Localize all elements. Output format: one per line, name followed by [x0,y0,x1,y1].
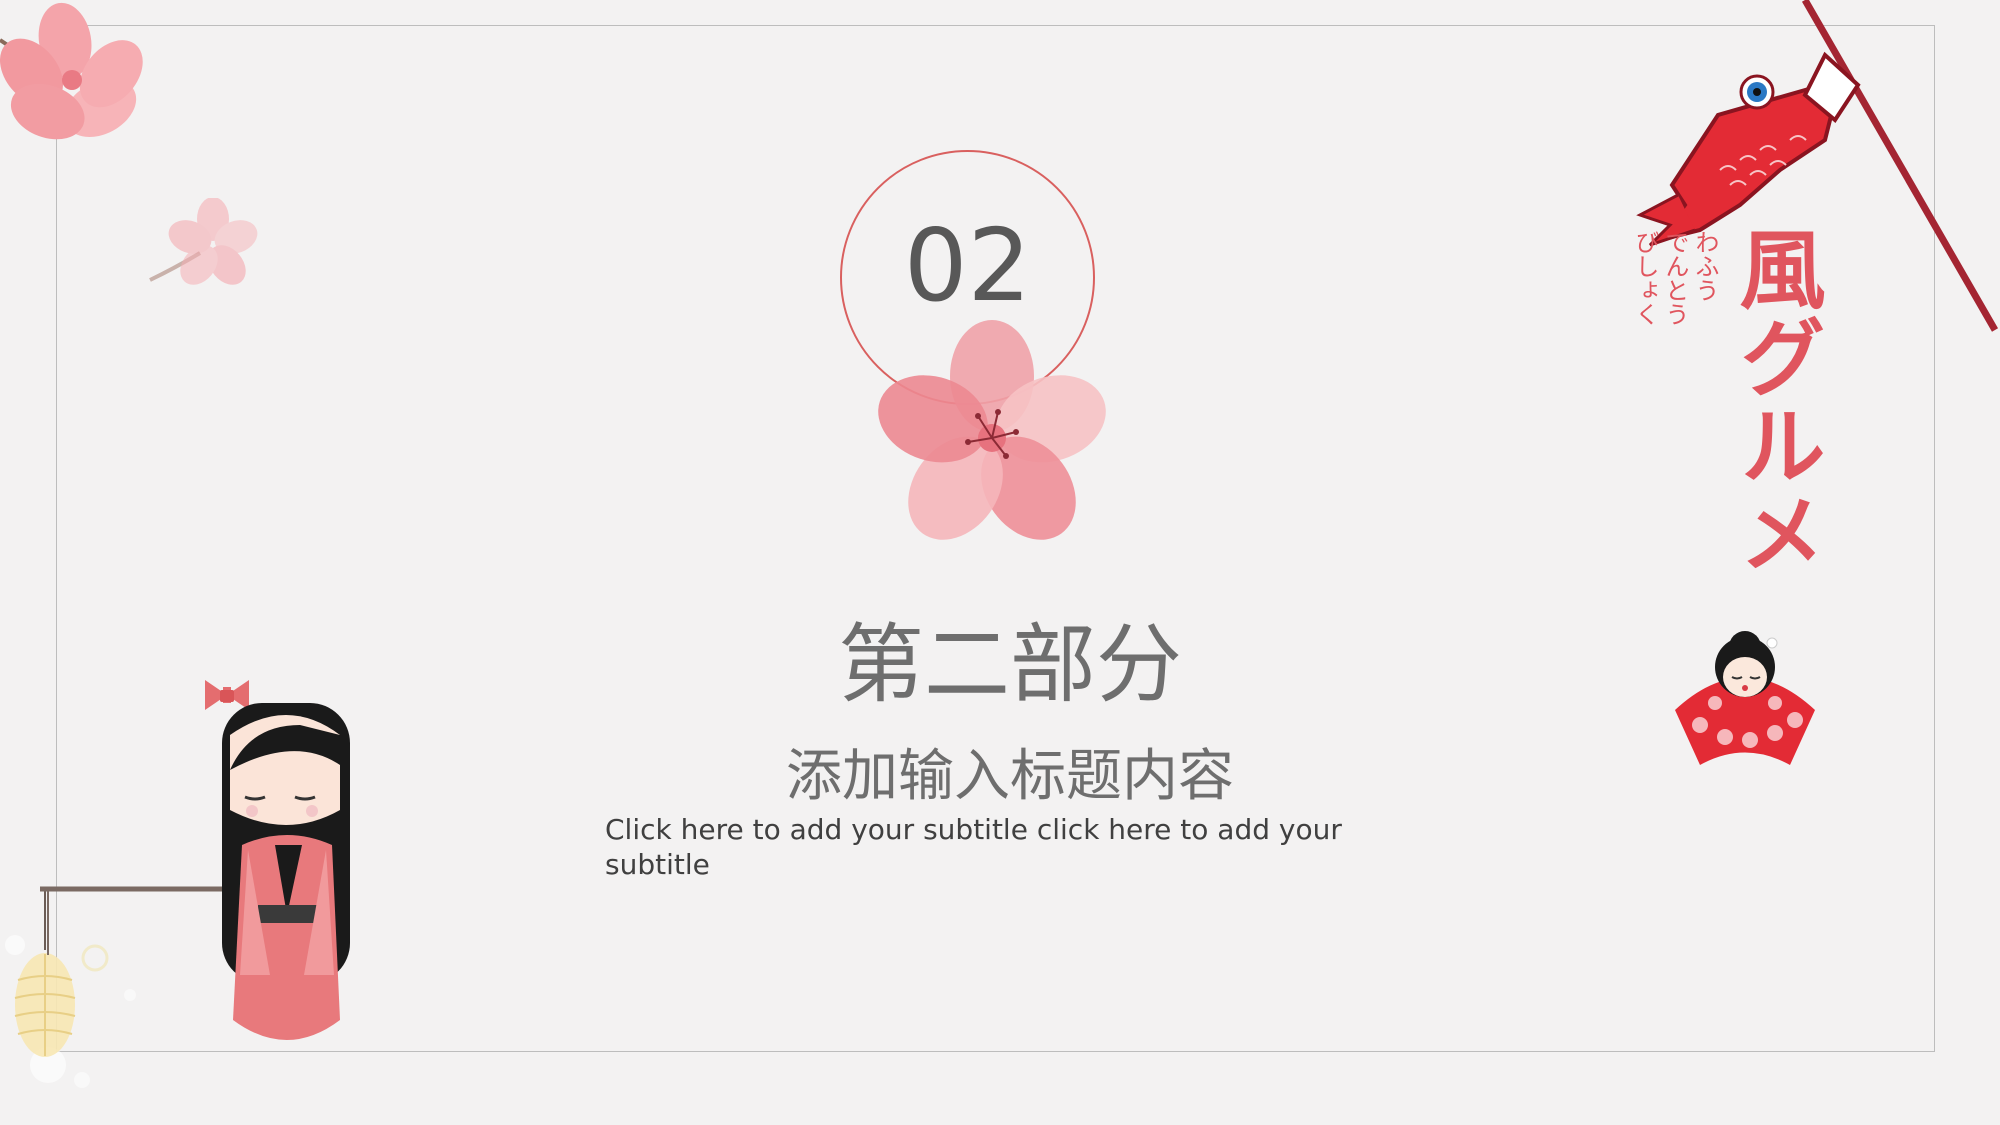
section-number: 02 [903,207,1032,324]
section-heading[interactable]: 添加输入标题内容 [700,742,1320,812]
kokeshi-doll-icon [40,680,350,1040]
kana-line: でんとう [1661,230,1689,326]
vertical-title: 風グルメ [1724,225,1825,577]
cherry-blossom-icon [878,320,1106,540]
kana-line: わふう [1691,230,1719,302]
cherry-blossom-icon [0,2,143,140]
section-title[interactable]: 第二部分 [750,610,1270,720]
vertical-kana: わふう でんとう びしょく [1631,230,1720,352]
cherry-blossom-icon [149,198,258,285]
kana-line: びしょく [1631,230,1659,326]
geisha-fan-icon [1675,631,1815,765]
slide: 02 第二部分 添加输入标题内容 Click here to add your … [0,0,2000,1125]
subtitle-text[interactable]: Click here to add your subtitle click he… [605,812,1405,882]
